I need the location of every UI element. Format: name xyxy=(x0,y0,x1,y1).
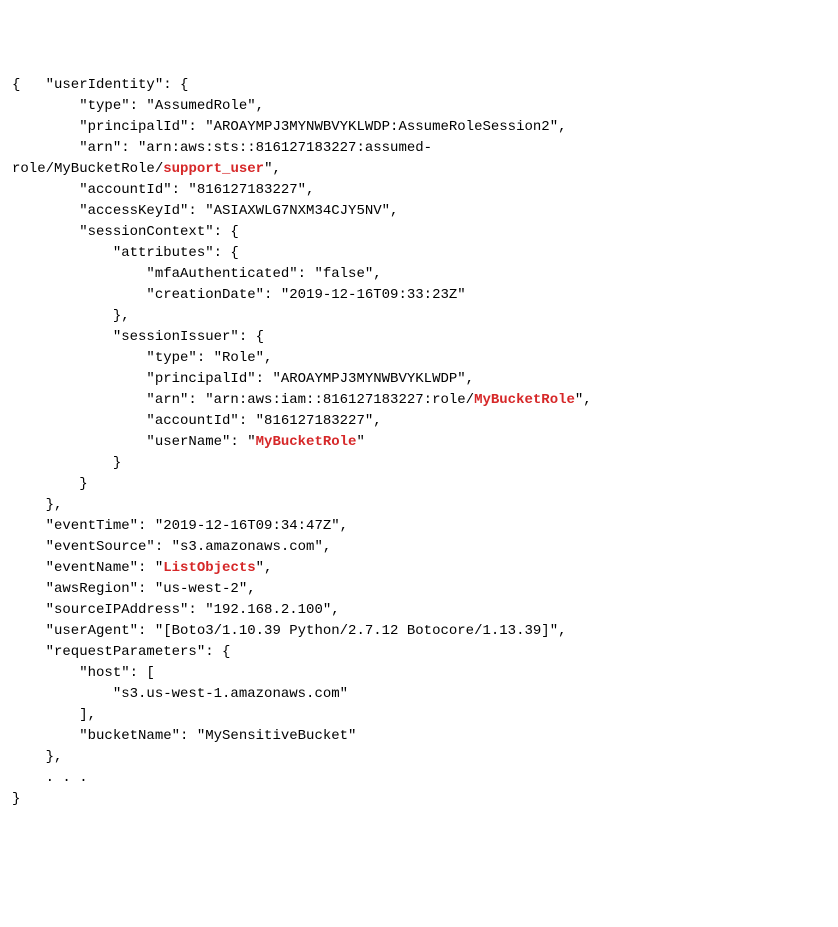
code-line: { "userIdentity": { xyxy=(12,75,826,96)
code-line: "sessionIssuer": { xyxy=(12,327,826,348)
code-line: role/MyBucketRole/support_user", xyxy=(12,159,826,180)
code-line: } xyxy=(12,453,826,474)
code-text: "arn": "arn:aws:iam::816127183227:role/ xyxy=(12,392,474,408)
highlight: support_user xyxy=(163,161,264,177)
code-line: }, xyxy=(12,306,826,327)
code-line: "bucketName": "MySensitiveBucket" xyxy=(12,726,826,747)
code-text: "sourceIPAddress": "192.168.2.100", xyxy=(12,602,340,618)
code-text: } xyxy=(12,455,121,471)
code-line: "arn": "arn:aws:sts::816127183227:assume… xyxy=(12,138,826,159)
code-line: "accountId": "816127183227", xyxy=(12,411,826,432)
code-line: "eventTime": "2019-12-16T09:34:47Z", xyxy=(12,516,826,537)
code-line: "s3.us-west-1.amazonaws.com" xyxy=(12,684,826,705)
code-line: "awsRegion": "us-west-2", xyxy=(12,579,826,600)
code-text: "principalId": "AROAYMPJ3MYNWBVYKLWDP:As… xyxy=(12,119,567,135)
code-line: "mfaAuthenticated": "false", xyxy=(12,264,826,285)
code-text: }, xyxy=(12,497,62,513)
highlight: MyBucketRole xyxy=(474,392,575,408)
code-text: "eventName": " xyxy=(12,560,163,576)
code-line: }, xyxy=(12,747,826,768)
code-line: "creationDate": "2019-12-16T09:33:23Z" xyxy=(12,285,826,306)
code-text: ", xyxy=(264,161,281,177)
code-line: "userName": "MyBucketRole" xyxy=(12,432,826,453)
code-text: ], xyxy=(12,707,96,723)
code-text: "accountId": "816127183227", xyxy=(12,182,314,198)
highlight: ListObjects xyxy=(163,560,255,576)
code-text: "eventTime": "2019-12-16T09:34:47Z", xyxy=(12,518,348,534)
code-line: "type": "AssumedRole", xyxy=(12,96,826,117)
code-line: "accessKeyId": "ASIAXWLG7NXM34CJY5NV", xyxy=(12,201,826,222)
code-text: "accessKeyId": "ASIAXWLG7NXM34CJY5NV", xyxy=(12,203,398,219)
code-text: role/MyBucketRole/ xyxy=(12,161,163,177)
code-line: "userAgent": "[Boto3/1.10.39 Python/2.7.… xyxy=(12,621,826,642)
code-line: "arn": "arn:aws:iam::816127183227:role/M… xyxy=(12,390,826,411)
code-line: "eventName": "ListObjects", xyxy=(12,558,826,579)
code-text: " xyxy=(356,434,364,450)
code-line: "principalId": "AROAYMPJ3MYNWBVYKLWDP:As… xyxy=(12,117,826,138)
code-line: "eventSource": "s3.amazonaws.com", xyxy=(12,537,826,558)
code-line: "type": "Role", xyxy=(12,348,826,369)
code-text: "sessionIssuer": { xyxy=(12,329,264,345)
code-text: "mfaAuthenticated": "false", xyxy=(12,266,382,282)
code-text: "attributes": { xyxy=(12,245,239,261)
code-text: . . . xyxy=(12,770,88,786)
code-text: "userName": " xyxy=(12,434,256,450)
code-text: }, xyxy=(12,308,130,324)
code-text: "arn": "arn:aws:sts::816127183227:assume… xyxy=(12,140,432,156)
code-line: . . . xyxy=(12,768,826,789)
code-line: } xyxy=(12,789,826,810)
code-text: "type": "Role", xyxy=(12,350,272,366)
code-text: "principalId": "AROAYMPJ3MYNWBVYKLWDP", xyxy=(12,371,474,387)
code-text: }, xyxy=(12,749,62,765)
code-line: "sourceIPAddress": "192.168.2.100", xyxy=(12,600,826,621)
code-text: "eventSource": "s3.amazonaws.com", xyxy=(12,539,331,555)
code-text: "type": "AssumedRole", xyxy=(12,98,264,114)
code-text: "sessionContext": { xyxy=(12,224,239,240)
code-text: "bucketName": "MySensitiveBucket" xyxy=(12,728,356,744)
code-text: ", xyxy=(256,560,273,576)
code-line: } xyxy=(12,474,826,495)
code-text: "userAgent": "[Boto3/1.10.39 Python/2.7.… xyxy=(12,623,567,639)
code-line: "attributes": { xyxy=(12,243,826,264)
code-text: "creationDate": "2019-12-16T09:33:23Z" xyxy=(12,287,466,303)
code-line: "sessionContext": { xyxy=(12,222,826,243)
code-line: }, xyxy=(12,495,826,516)
highlight: MyBucketRole xyxy=(256,434,357,450)
code-line: "requestParameters": { xyxy=(12,642,826,663)
code-text: "host": [ xyxy=(12,665,155,681)
code-text: "requestParameters": { xyxy=(12,644,230,660)
code-block: { "userIdentity": { "type": "AssumedRole… xyxy=(12,75,826,810)
code-text: { "userIdentity": { xyxy=(12,77,188,93)
code-text: } xyxy=(12,476,88,492)
code-text: "s3.us-west-1.amazonaws.com" xyxy=(12,686,348,702)
code-text: "accountId": "816127183227", xyxy=(12,413,382,429)
code-line: "host": [ xyxy=(12,663,826,684)
code-line: "accountId": "816127183227", xyxy=(12,180,826,201)
code-text: ", xyxy=(575,392,592,408)
code-line: "principalId": "AROAYMPJ3MYNWBVYKLWDP", xyxy=(12,369,826,390)
code-text: "awsRegion": "us-west-2", xyxy=(12,581,256,597)
code-text: } xyxy=(12,791,20,807)
code-line: ], xyxy=(12,705,826,726)
